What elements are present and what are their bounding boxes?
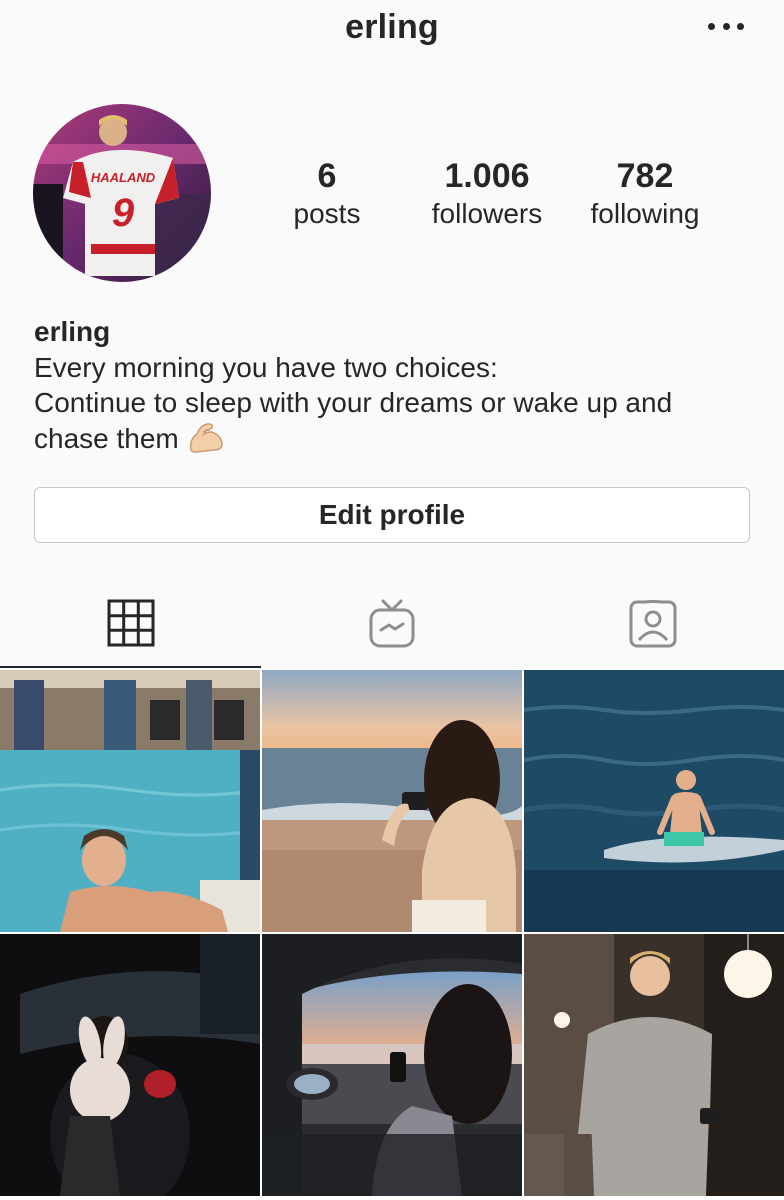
avatar-photo: HAALAND 9 [33, 104, 211, 282]
profile-tabs [0, 590, 784, 668]
bio-line-2: Continue to sleep with your dreams or wa… [34, 387, 673, 418]
post-thumbnail-beach[interactable] [262, 670, 522, 932]
flexed-biceps-icon [187, 420, 227, 454]
grid-icon [107, 599, 154, 647]
posts-label: posts [293, 198, 361, 229]
following-label: following [590, 198, 700, 229]
post-image [0, 670, 260, 932]
jersey-name: HAALAND [91, 170, 156, 185]
profile-stats: 6 posts 1.006 followers 782 following [262, 156, 742, 236]
avatar[interactable]: HAALAND 9 [33, 104, 211, 282]
post-image [524, 670, 784, 932]
profile-username-title: erling [345, 8, 439, 46]
dot [708, 22, 715, 30]
tab-igtv[interactable] [261, 590, 522, 668]
post-thumbnail-kitchen[interactable] [524, 934, 784, 1196]
tagged-icon [629, 599, 676, 648]
bio-line-1: Every morning you have two choices: [34, 352, 498, 383]
bio-line-3-row: chase them [34, 420, 754, 456]
post-thumbnail-sea[interactable] [524, 670, 784, 932]
posts-count: 6 [317, 157, 337, 195]
edit-profile-button[interactable]: Edit profile [34, 487, 750, 543]
tab-posts-grid[interactable] [0, 590, 261, 668]
post-thumbnail-car-bunny[interactable] [0, 934, 260, 1196]
post-thumbnail-car-sunset[interactable] [262, 934, 522, 1196]
post-image [524, 934, 784, 1196]
posts-stat[interactable]: 6 posts [262, 156, 392, 232]
tab-tagged[interactable] [522, 590, 783, 668]
post-image [262, 934, 522, 1196]
followers-stat[interactable]: 1.006 followers [422, 156, 552, 232]
dot [737, 22, 744, 30]
profile-bio: erling Every morning you have two choice… [34, 314, 754, 456]
jersey-number: 9 [112, 191, 135, 235]
followers-count: 1.006 [444, 157, 530, 195]
top-bar: erling [0, 0, 784, 60]
followers-label: followers [431, 198, 543, 229]
igtv-icon [369, 599, 414, 648]
more-horizontal-icon[interactable] [708, 16, 744, 36]
post-image [0, 934, 260, 1196]
dot [722, 22, 730, 30]
bio-line-3: chase them [34, 423, 179, 454]
following-count: 782 [616, 157, 674, 195]
following-stat[interactable]: 782 following [580, 156, 710, 232]
post-image [262, 670, 522, 932]
posts-grid [0, 668, 784, 1200]
bio-name: erling [34, 316, 111, 347]
post-thumbnail-pool[interactable] [0, 670, 260, 932]
